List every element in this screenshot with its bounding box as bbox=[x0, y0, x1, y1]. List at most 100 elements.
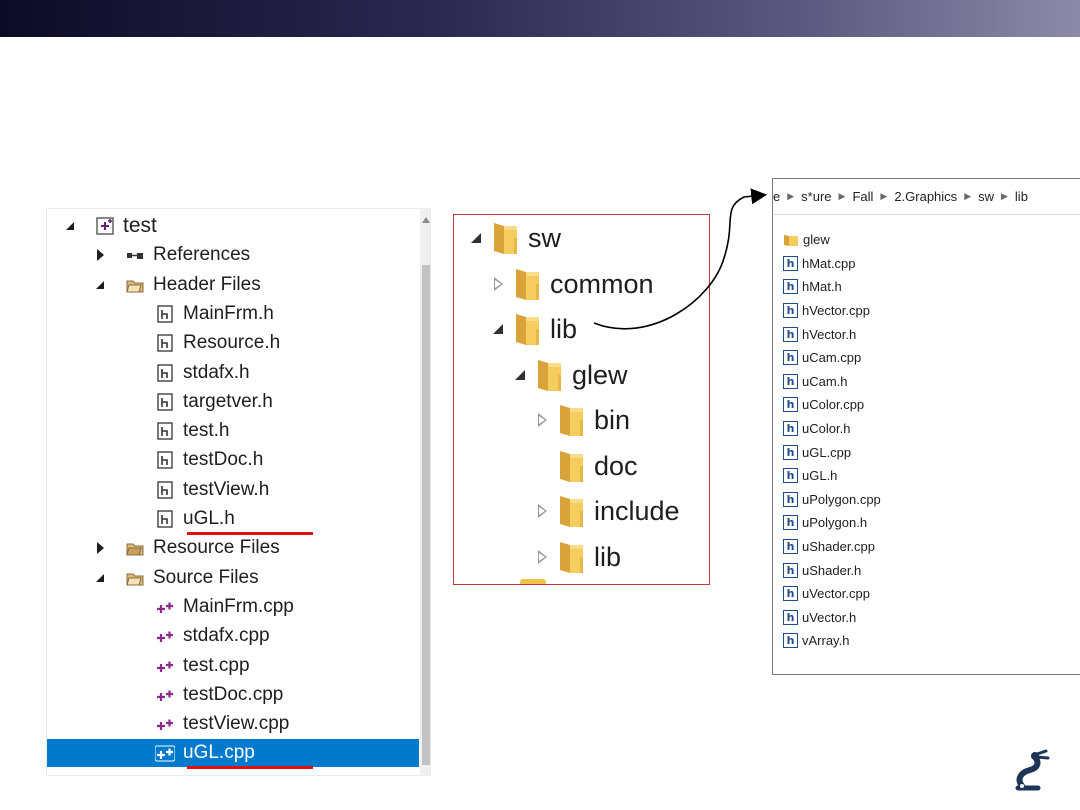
tree-item-ugl-cpp[interactable]: uGL.cpp bbox=[47, 739, 419, 768]
highlight-underline bbox=[187, 766, 313, 770]
tree-item-label: Resource Files bbox=[153, 537, 280, 559]
file-item-ucam-h[interactable]: h uCam.h bbox=[783, 370, 881, 394]
header-file-icon: h bbox=[783, 633, 798, 649]
file-name: uShader.cpp bbox=[802, 539, 876, 555]
tree-item-test[interactable]: test bbox=[47, 212, 419, 240]
solution-explorer[interactable]: test References Header Files MainFrm.h Resou… bbox=[46, 208, 431, 776]
breadcrumb-segment-lib[interactable]: lib bbox=[1015, 189, 1028, 204]
file-item-hmat-cpp[interactable]: h hMat.cpp bbox=[783, 252, 881, 276]
file-item-varray-h[interactable]: h vArray.h bbox=[783, 629, 881, 653]
file-item-glew[interactable]: glew bbox=[783, 228, 881, 252]
tree-item-header-files[interactable]: Header Files bbox=[47, 271, 419, 299]
expand-arrow-icon[interactable] bbox=[536, 413, 550, 427]
file-name: hVector.h bbox=[802, 326, 857, 342]
file-item-upolygon-cpp[interactable]: h uPolygon.cpp bbox=[783, 488, 881, 512]
cpp-source-file-icon bbox=[157, 631, 173, 643]
folder-icon bbox=[494, 223, 517, 254]
folder-tree-item-doc[interactable]: doc bbox=[454, 446, 709, 486]
collapse-arrow-icon[interactable] bbox=[470, 231, 484, 245]
file-item-ushader-cpp[interactable]: h uShader.cpp bbox=[783, 535, 881, 559]
tree-item-mainfrm-cpp[interactable]: MainFrm.cpp bbox=[47, 593, 419, 621]
breadcrumb-segment-fall[interactable]: Fall bbox=[852, 189, 873, 204]
header-file-icon: h bbox=[783, 586, 798, 602]
tree-item-source-files[interactable]: Source Files bbox=[47, 564, 419, 592]
file-item-ugl-cpp[interactable]: h uGL.cpp bbox=[783, 440, 881, 464]
tree-item-ugl-h[interactable]: uGL.h bbox=[47, 505, 419, 533]
collapse-arrow-icon[interactable] bbox=[492, 322, 506, 336]
tree-item-test-h[interactable]: test.h bbox=[47, 417, 419, 445]
tree-item-testview-h[interactable]: testView.h bbox=[47, 476, 419, 504]
header-file-icon: h bbox=[783, 255, 798, 271]
file-item-uvector-h[interactable]: h uVector.h bbox=[783, 606, 881, 630]
file-item-hmat-h[interactable]: h hMat.h bbox=[783, 275, 881, 299]
tree-item-testdoc-h[interactable]: testDoc.h bbox=[47, 446, 419, 474]
expand-arrow-icon[interactable] bbox=[492, 276, 506, 291]
breadcrumb-chevron-icon: ▶ bbox=[838, 191, 846, 201]
file-item-ucam-cpp[interactable]: h uCam.cpp bbox=[783, 346, 881, 370]
file-item-ucolor-h[interactable]: h uColor.h bbox=[783, 417, 881, 441]
folder-tree-panel[interactable]: sw common lib glew bin doc include lib bbox=[453, 214, 710, 585]
expand-arrow-icon[interactable] bbox=[536, 504, 550, 518]
file-explorer-window[interactable]: e ▶ s*ure ▶ Fall ▶ 2.Graphics ▶ sw ▶ lib glew h hMat… bbox=[772, 178, 1080, 675]
collapse-arrow-icon[interactable] bbox=[514, 368, 528, 382]
folder-tree-item-lib[interactable]: lib bbox=[454, 309, 709, 349]
breadcrumb-segment-sw[interactable]: sw bbox=[978, 189, 994, 204]
folder-icon bbox=[538, 359, 561, 391]
tree-item-stdafx-h[interactable]: stdafx.h bbox=[47, 359, 419, 387]
file-list[interactable]: glew h hMat.cpp h hMat.h h hVector.cpp h hVector… bbox=[783, 228, 881, 653]
folder-tree-item-include[interactable]: include bbox=[454, 491, 709, 531]
vertical-scrollbar[interactable] bbox=[420, 209, 430, 775]
tree-item-test-cpp[interactable]: test.cpp bbox=[47, 652, 419, 680]
expand-arrow-icon[interactable] bbox=[93, 541, 107, 555]
tree-item-testview-cpp[interactable]: testView.cpp bbox=[47, 710, 419, 738]
file-item-uvector-cpp[interactable]: h uVector.cpp bbox=[783, 582, 881, 606]
file-item-upolygon-h[interactable]: h uPolygon.h bbox=[783, 511, 881, 535]
tree-item-stdafx-cpp[interactable]: stdafx.cpp bbox=[47, 622, 419, 650]
tree-item-label: References bbox=[153, 244, 251, 266]
cpp-source-file-icon bbox=[155, 745, 175, 762]
collapse-arrow-icon[interactable] bbox=[93, 571, 107, 585]
slide-title-bar bbox=[0, 0, 1080, 37]
folder-tree-item-sw[interactable]: sw bbox=[454, 218, 709, 258]
breadcrumb-segment-s-ure[interactable]: s*ure bbox=[801, 189, 831, 204]
tree-item-label: testView.h bbox=[183, 478, 270, 500]
collapse-arrow-icon[interactable] bbox=[93, 278, 107, 292]
tree-item-label: test.cpp bbox=[183, 654, 250, 676]
file-item-ucolor-cpp[interactable]: h uColor.cpp bbox=[783, 393, 881, 417]
scrollbar-thumb[interactable] bbox=[422, 265, 430, 765]
folder-tree-item-lib[interactable]: lib bbox=[454, 537, 709, 577]
header-file-icon bbox=[157, 451, 173, 470]
header-file-icon: h bbox=[783, 421, 798, 437]
tree-item-label: test bbox=[123, 214, 157, 237]
tree-item-resource-files[interactable]: Resource Files bbox=[47, 534, 419, 562]
scroll-up-arrow-icon[interactable] bbox=[422, 217, 430, 223]
file-name: uPolygon.cpp bbox=[802, 491, 881, 507]
cpp-source-file-icon bbox=[157, 602, 173, 613]
folder-tree-label: lib bbox=[594, 541, 622, 572]
tree-item-mainfrm-h[interactable]: MainFrm.h bbox=[47, 300, 419, 328]
folder-tree-item-bin[interactable]: bin bbox=[454, 400, 709, 440]
header-file-icon bbox=[157, 393, 173, 411]
expand-arrow-icon[interactable] bbox=[93, 248, 107, 262]
expand-arrow-icon[interactable] bbox=[536, 549, 550, 564]
tree-item-label: Header Files bbox=[153, 273, 261, 295]
breadcrumb-segment-2-graphics[interactable]: 2.Graphics bbox=[894, 189, 957, 204]
folder-tree-label: glew bbox=[572, 359, 628, 390]
tree-item-testdoc-cpp[interactable]: testDoc.cpp bbox=[47, 681, 419, 709]
breadcrumb-segment-e[interactable]: e bbox=[773, 189, 780, 204]
folder-tree-item-glew[interactable]: glew bbox=[454, 355, 709, 395]
open-filter-folder-icon bbox=[126, 280, 144, 293]
file-name: uCam.cpp bbox=[802, 350, 862, 366]
file-item-ugl-h[interactable]: h uGL.h bbox=[783, 464, 881, 488]
address-bar-breadcrumb[interactable]: e ▶ s*ure ▶ Fall ▶ 2.Graphics ▶ sw ▶ lib bbox=[773, 179, 1080, 215]
file-item-ushader-h[interactable]: h uShader.h bbox=[783, 558, 881, 582]
file-item-hvector-h[interactable]: h hVector.h bbox=[783, 322, 881, 346]
file-item-hvector-cpp[interactable]: h hVector.cpp bbox=[783, 299, 881, 323]
tree-item-resource-h[interactable]: Resource.h bbox=[47, 329, 419, 357]
tree-item-references[interactable]: References bbox=[47, 241, 419, 269]
tree-item-label: testView.cpp bbox=[183, 713, 290, 735]
collapse-arrow-icon[interactable] bbox=[63, 219, 77, 233]
tree-item-targetver-h[interactable]: targetver.h bbox=[47, 388, 419, 416]
header-file-icon: h bbox=[783, 515, 798, 531]
folder-tree-item-common[interactable]: common bbox=[454, 264, 709, 304]
